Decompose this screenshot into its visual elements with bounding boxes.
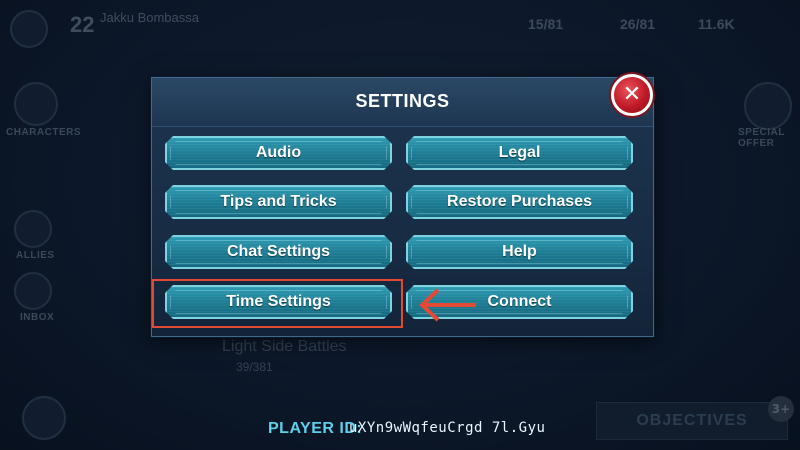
highlight-box (152, 279, 403, 328)
chat-settings-button[interactable]: Chat Settings (165, 235, 392, 269)
dialog-header: SETTINGS (152, 78, 653, 127)
restore-purchases-button[interactable]: Restore Purchases (406, 185, 633, 219)
close-icon: ✕ (622, 82, 642, 107)
legal-button[interactable]: Legal (406, 136, 633, 170)
close-button[interactable]: ✕ (611, 74, 653, 116)
player-id-value: uXYn9wWqfeuCrgd 7l.Gyu (349, 420, 546, 436)
pointer-arrow-icon (419, 288, 476, 322)
help-button[interactable]: Help (406, 235, 633, 269)
dialog-title: SETTINGS (355, 91, 450, 111)
audio-button[interactable]: Audio (165, 136, 392, 170)
tips-and-tricks-button[interactable]: Tips and Tricks (165, 185, 392, 219)
